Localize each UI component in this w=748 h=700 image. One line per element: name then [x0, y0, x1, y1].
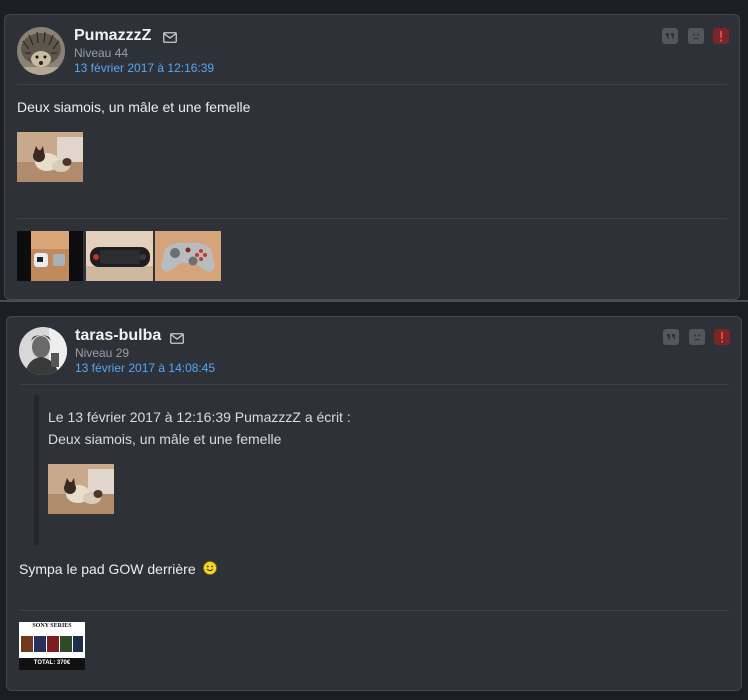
- hedgehog-avatar[interactable]: [17, 27, 65, 75]
- banner-total: TOTAL: 370€: [33, 660, 71, 666]
- signature-divider: [17, 218, 727, 219]
- post-date-link[interactable]: 13 février 2017 à 14:08:45: [75, 361, 215, 375]
- post-username[interactable]: PumazzzZ: [74, 27, 151, 45]
- post-message: Deux siamois, un mâle et une femelle: [17, 99, 251, 115]
- report-button[interactable]: [713, 28, 729, 44]
- ignore-user-button[interactable]: [689, 329, 705, 345]
- banner-title: SONY SERIES: [32, 623, 72, 629]
- quote-icon: [667, 334, 675, 340]
- post-message-text: Sympa le pad GOW derrière: [19, 561, 196, 577]
- quote-button[interactable]: [663, 329, 679, 345]
- report-icon: [721, 331, 723, 342]
- post-date-link[interactable]: 13 février 2017 à 12:16:39: [74, 61, 214, 75]
- gow-gamepad-photo[interactable]: [155, 231, 221, 281]
- forum-topic-page: PumazzzZ Niveau 44 13 février 2017 à 12:…: [0, 0, 748, 700]
- console-photo[interactable]: [17, 231, 83, 281]
- forum-post: PumazzzZ Niveau 44 13 février 2017 à 12:…: [4, 14, 740, 300]
- quoted-cats-photo[interactable]: [48, 464, 114, 514]
- post-separator: [0, 300, 748, 302]
- quote-button[interactable]: [662, 28, 678, 44]
- smiley-icon: [202, 561, 217, 575]
- cats-photo[interactable]: [17, 132, 83, 182]
- sony-ps-collection-banner[interactable]: SONY SERIES TOTAL: 370€: [19, 622, 85, 670]
- quote-header: Le 13 février 2017 à 12:16:39 PumazzzZ a…: [48, 409, 351, 425]
- post-header-divider: [17, 84, 727, 85]
- ignore-user-button[interactable]: [688, 28, 704, 44]
- quote-text: Deux siamois, un mâle et une femelle: [48, 431, 282, 447]
- user-level: Niveau 44: [74, 46, 129, 60]
- ban-icon: [694, 334, 700, 341]
- mail-icon[interactable]: [163, 30, 177, 48]
- post-header-divider: [19, 384, 729, 385]
- quote-icon: [666, 33, 674, 39]
- forum-post: taras-bulba Niveau 29 13 février 2017 à …: [6, 316, 742, 691]
- user-level: Niveau 29: [75, 346, 130, 360]
- report-icon: [720, 30, 722, 41]
- handheld-controller-photo[interactable]: [86, 231, 153, 281]
- report-button[interactable]: [714, 329, 730, 345]
- mail-icon[interactable]: [170, 331, 184, 349]
- signature-divider: [19, 610, 729, 611]
- post-username[interactable]: taras-bulba: [75, 327, 161, 345]
- quote-bar: [34, 395, 39, 545]
- post-message: Sympa le pad GOW derrière: [19, 561, 217, 577]
- portrait-avatar[interactable]: [19, 327, 67, 375]
- ban-icon: [693, 33, 699, 40]
